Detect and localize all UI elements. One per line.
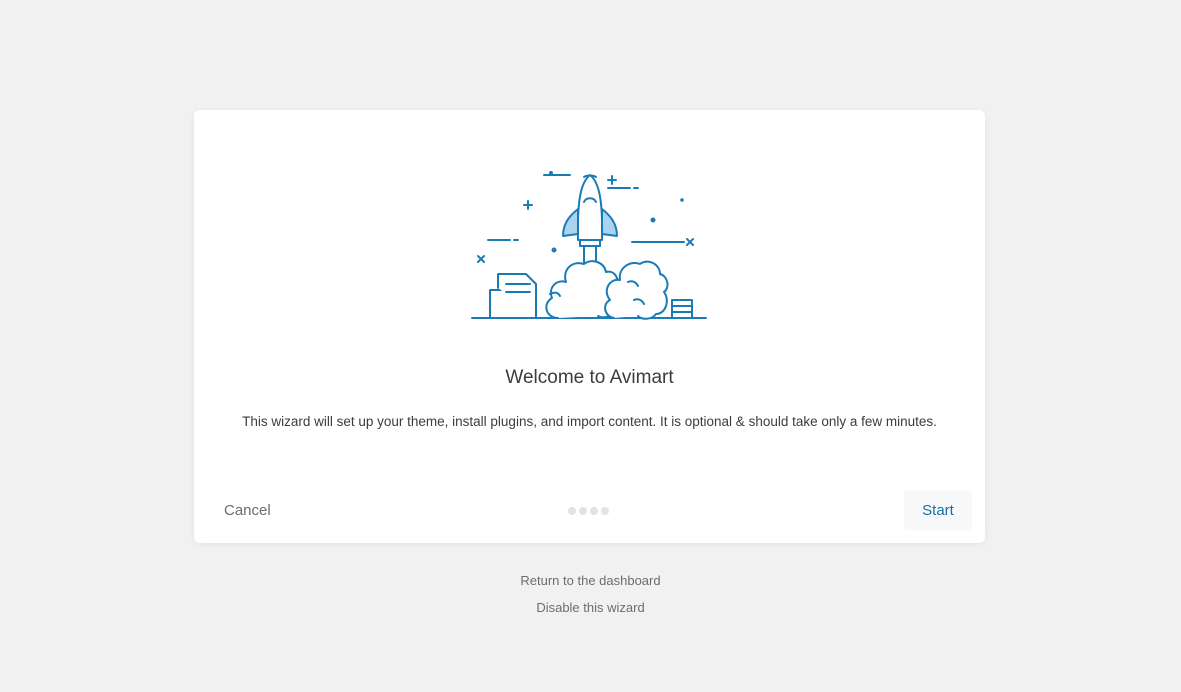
wizard-title: Welcome to Avimart [505,367,674,388]
return-dashboard-link[interactable]: Return to the dashboard [0,573,1181,588]
cancel-button[interactable]: Cancel [212,494,283,526]
step-dot-3 [590,507,598,515]
step-dot-4 [601,507,609,515]
step-dot-1 [568,507,576,515]
step-dot-2 [579,507,587,515]
step-indicator [568,507,609,515]
disable-wizard-link[interactable]: Disable this wizard [0,600,1181,615]
rocket-launch-illustration [471,171,707,320]
wizard-description: This wizard will set up your theme, inst… [242,414,937,429]
start-button[interactable]: Start [904,490,972,530]
